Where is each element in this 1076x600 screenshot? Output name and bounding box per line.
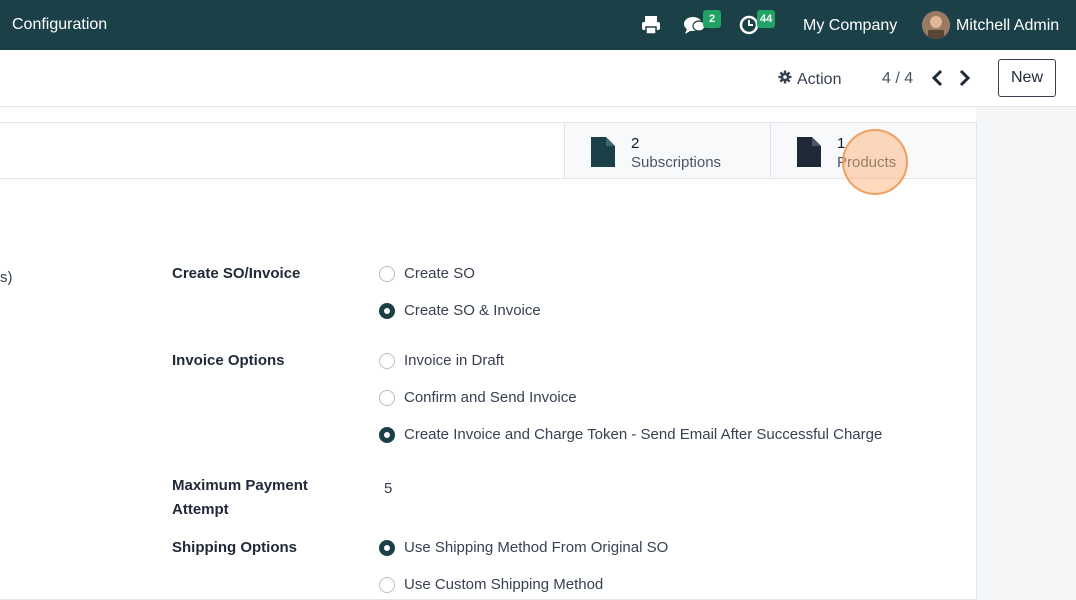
action-button[interactable]: Action (778, 70, 841, 89)
radio-label: Create SO (404, 265, 475, 282)
print-icon[interactable] (640, 14, 662, 36)
products-label: Products (837, 154, 897, 171)
create-so-invoice-label: Create SO/Invoice (172, 265, 301, 282)
radio-button-checked[interactable] (379, 539, 395, 556)
messages-icon[interactable] (683, 14, 706, 36)
activities-badge: 44 (757, 10, 776, 28)
radio-label: Create SO & Invoice (404, 302, 541, 319)
invoice-options-label: Invoice Options (172, 352, 285, 369)
radio-button[interactable] (379, 265, 395, 282)
user-menu[interactable]: Mitchell Admin (956, 17, 1059, 35)
subscriptions-smart-button[interactable]: 2 Subscriptions (564, 123, 770, 178)
max-payment-label-line1: Maximum Payment (172, 477, 308, 494)
radio-label: Create Invoice and Charge Token - Send E… (404, 426, 883, 443)
radio-button-checked[interactable] (379, 426, 395, 443)
radio-label: Invoice in Draft (404, 352, 505, 369)
new-button[interactable]: New (998, 59, 1056, 97)
pager-value[interactable]: 4 / 4 (882, 70, 913, 88)
radio-label: Use Custom Shipping Method (404, 576, 604, 593)
products-smart-button[interactable]: 1 Products (770, 123, 976, 178)
radio-shipping-original[interactable]: Use Shipping Method From Original SO (379, 539, 668, 556)
radio-label: Confirm and Send Invoice (404, 389, 577, 406)
messages-badge: 2 (703, 10, 721, 28)
top-navbar: Configuration 2 44 My Company Mitchell A… (0, 0, 1076, 50)
form-background (976, 107, 1076, 600)
radio-charge-token[interactable]: Create Invoice and Charge Token - Send E… (379, 426, 882, 443)
subscriptions-label: Subscriptions (631, 154, 722, 171)
products-count: 1 (837, 135, 846, 152)
max-payment-input[interactable]: 5 (384, 480, 392, 497)
action-label: Action (797, 70, 842, 88)
radio-confirm-send-invoice[interactable]: Confirm and Send Invoice (379, 389, 577, 406)
radio-shipping-custom[interactable]: Use Custom Shipping Method (379, 576, 603, 593)
radio-button[interactable] (379, 389, 395, 406)
radio-create-so-invoice[interactable]: Create SO & Invoice (379, 302, 541, 319)
radio-label: Use Shipping Method From Original SO (404, 539, 669, 556)
subscriptions-count: 2 (631, 135, 640, 152)
radio-create-so[interactable]: Create SO (379, 265, 475, 282)
document-icon (591, 137, 615, 167)
shipping-options-label: Shipping Options (172, 539, 297, 556)
radio-button[interactable] (379, 576, 395, 593)
radio-button-checked[interactable] (379, 302, 395, 319)
document-icon (797, 137, 821, 167)
app-menu-title[interactable]: Configuration (12, 16, 107, 34)
pager-previous-icon[interactable] (928, 67, 948, 89)
radio-invoice-draft[interactable]: Invoice in Draft (379, 352, 504, 369)
smart-button-box: 2 Subscriptions 1 Products (0, 123, 976, 179)
avatar[interactable] (922, 11, 950, 39)
control-panel: Action 4 / 4 New (0, 50, 1076, 107)
truncated-text: s) (0, 269, 13, 286)
max-payment-label-line2: Attempt (172, 501, 229, 518)
gear-icon (778, 70, 792, 89)
pager-next-icon[interactable] (954, 67, 974, 89)
radio-button[interactable] (379, 352, 395, 369)
company-switcher[interactable]: My Company (803, 17, 897, 35)
